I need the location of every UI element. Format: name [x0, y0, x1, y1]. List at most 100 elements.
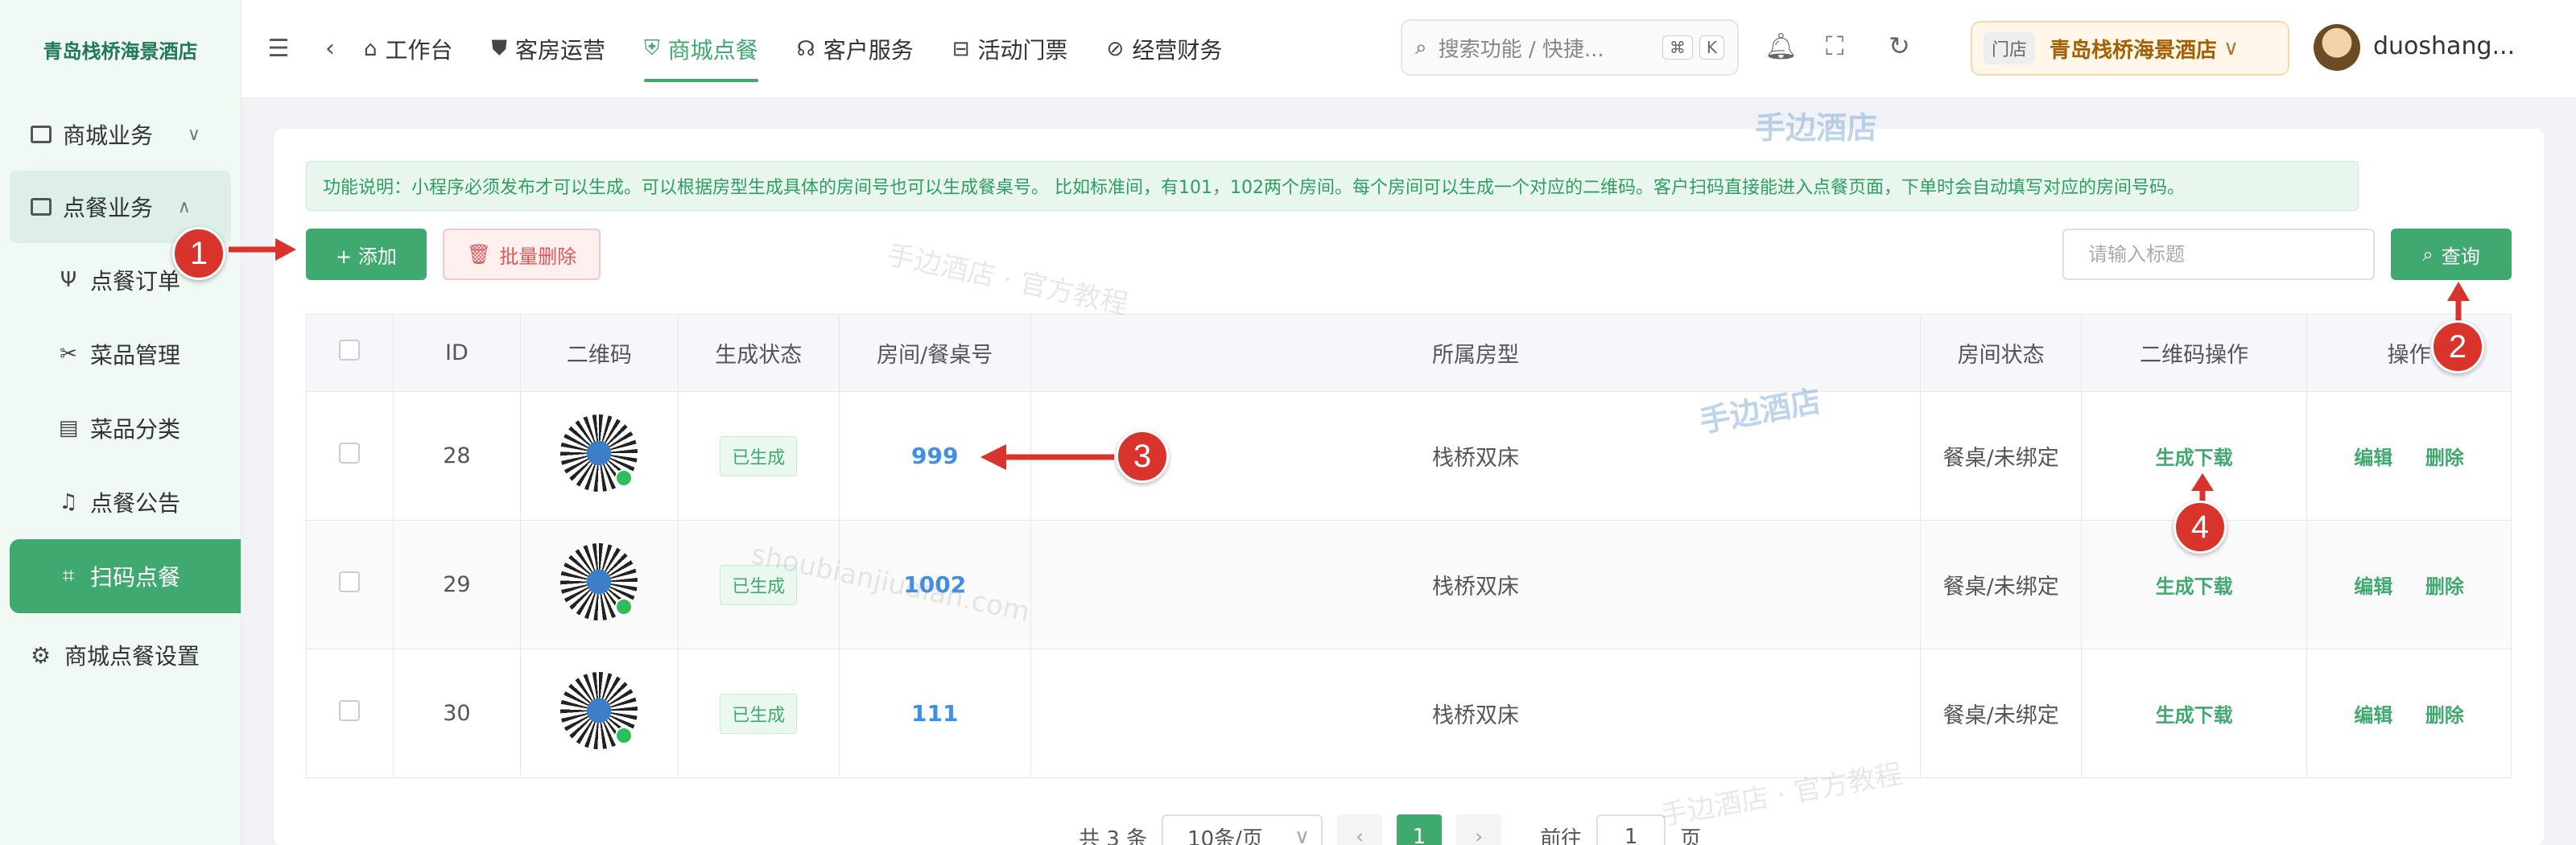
row-checkbox[interactable] — [339, 700, 361, 721]
username[interactable]: duoshang... — [2373, 32, 2515, 60]
store-selector[interactable]: 门店 青岛栈桥海景酒店 ∨ — [1971, 21, 2289, 76]
tab-event-tickets[interactable]: ⊟ 活动门票 — [933, 0, 1088, 98]
delete-link[interactable]: 删除 — [2425, 575, 2464, 598]
total-count: 共 3 条 — [1079, 826, 1148, 845]
tab-room-ops[interactable]: ⛊ 客房运营 — [473, 0, 625, 98]
k-key: K — [1699, 35, 1724, 60]
sidebar-item-categories[interactable]: ▤ 菜品分类 — [0, 391, 241, 465]
next-page-button[interactable]: › — [1456, 814, 1502, 845]
page-number-current[interactable]: 1 — [1397, 814, 1443, 845]
fullscreen-icon[interactable]: ⛶ — [1826, 31, 1843, 62]
prev-page-button[interactable]: ‹ — [1337, 814, 1383, 845]
chevron-down-icon: ∨ — [187, 124, 200, 145]
pagination: 共 3 条 10条/页 ∨ ‹ 1 › 前往 1 页 — [1079, 814, 1701, 845]
refresh-icon[interactable]: ↻ — [1889, 31, 1910, 61]
query-button[interactable]: ⌕ 查询 — [2391, 229, 2512, 280]
search-icon: ⌕ — [1415, 35, 1427, 60]
col-room-type: 所属房型 — [1030, 314, 1922, 392]
annotation-marker-2: 2 — [2431, 320, 2484, 373]
store-tag: 门店 — [1984, 32, 2036, 64]
title-search-input[interactable] — [2062, 229, 2375, 280]
generate-download-link[interactable]: 生成下载 — [2156, 447, 2233, 469]
home-icon: ⌂ — [364, 36, 378, 61]
batch-delete-button[interactable]: 🗑︎ 批量删除 — [443, 229, 601, 280]
row-status-cell: 已生成 — [677, 391, 840, 521]
row-checkbox[interactable] — [339, 571, 361, 592]
search-placeholder: 搜索功能 / 快捷... — [1438, 37, 1604, 62]
status-badge: 已生成 — [720, 693, 798, 734]
cmd-key: ⌘ — [1662, 35, 1693, 60]
sidebar-item-label: 菜品管理 — [90, 342, 181, 369]
row-qr-cell — [519, 649, 679, 778]
row-room-type: 栈桥双床 — [1030, 649, 1922, 778]
row-room-state: 餐桌/未绑定 — [1920, 520, 2083, 649]
page-size-select[interactable]: 10条/页 ∨ — [1162, 814, 1323, 845]
chevron-down-icon: ∨ — [2223, 36, 2240, 60]
goto-prefix: 前往 — [1540, 826, 1583, 845]
row-status-cell: 已生成 — [677, 649, 840, 778]
batch-delete-label: 批量删除 — [499, 245, 577, 268]
delete-link[interactable]: 删除 — [2425, 704, 2464, 727]
menu-group-label: 商城业务 — [63, 122, 154, 149]
app-logo-text: 青岛栈桥海景酒店 — [43, 39, 198, 63]
select-all-checkbox[interactable] — [339, 340, 361, 361]
table-header-row: ID 二维码 生成状态 房间/餐桌号 所属房型 房间状态 二维码操作 操作 — [306, 314, 2512, 392]
annotation-marker-3: 3 — [1116, 430, 1169, 483]
qr-code-image[interactable] — [560, 543, 638, 620]
room-number-link[interactable]: 1002 — [903, 571, 966, 598]
tab-workbench[interactable]: ⌂ 工作台 — [345, 0, 473, 98]
status-badge: 已生成 — [720, 435, 798, 476]
edit-link[interactable]: 编辑 — [2354, 704, 2392, 727]
col-room-state: 房间状态 — [1920, 314, 2083, 392]
goto-suffix: 页 — [1680, 826, 1702, 845]
sidebar-item-label: 商城点餐设置 — [64, 643, 200, 670]
tab-finance[interactable]: ⊘ 经营财务 — [1088, 0, 1242, 98]
row-qr-cell — [519, 391, 679, 521]
list-icon: ▤ — [58, 416, 79, 440]
qr-code-image[interactable] — [560, 414, 638, 492]
row-room-state: 餐桌/未绑定 — [1920, 649, 2083, 778]
row-select-cell — [306, 391, 394, 521]
fork-knife-icon: Ψ — [60, 268, 77, 292]
row-room-cell: 1002 — [838, 520, 1031, 649]
collapse-menu-icon[interactable]: ☰ — [264, 35, 293, 63]
back-chevron-icon[interactable]: ‹ — [316, 35, 345, 63]
add-button[interactable]: + 添加 — [306, 229, 427, 280]
tab-label: 客户服务 — [823, 36, 914, 64]
sidebar-item-dishes[interactable]: ✂ 菜品管理 — [0, 317, 241, 391]
row-select-cell — [306, 520, 394, 649]
tab-customer-service[interactable]: ☊ 客户服务 — [778, 0, 933, 98]
generate-download-link[interactable]: 生成下载 — [2156, 704, 2233, 727]
sidebar-item-scan-order[interactable]: ⌗ 扫码点餐 — [10, 539, 241, 613]
ticket-icon: ⊟ — [952, 36, 970, 61]
chevron-down-icon: ∨ — [1294, 825, 1311, 845]
row-select-cell — [306, 649, 394, 778]
delete-link[interactable]: 删除 — [2425, 447, 2464, 469]
room-number-link[interactable]: 999 — [911, 443, 958, 469]
sidebar-item-settings[interactable]: ⚙ 商城点餐设置 — [0, 618, 241, 692]
notification-bell-icon[interactable]: 🔔︎ — [1765, 31, 1798, 61]
row-checkbox[interactable] — [339, 443, 361, 464]
chevron-up-icon: ∧ — [177, 196, 191, 217]
edit-link[interactable]: 编辑 — [2354, 447, 2392, 469]
headset-icon: ☊ — [796, 36, 815, 61]
qr-code-image[interactable] — [560, 672, 638, 749]
annotation-arrow-3 — [980, 444, 1114, 470]
room-number-link[interactable]: 111 — [911, 700, 958, 727]
sidebar-item-label: 点餐订单 — [90, 268, 181, 295]
edit-link[interactable]: 编辑 — [2354, 575, 2392, 598]
col-id: ID — [392, 314, 521, 392]
table-row: 28 已生成 999 栈桥双床 餐桌/未绑定 生成下载 编辑 删除 — [306, 391, 2512, 521]
sidebar-item-label: 点餐公告 — [90, 490, 181, 517]
generate-download-link[interactable]: 生成下载 — [2156, 575, 2233, 598]
scan-icon: ⌗ — [62, 563, 75, 588]
query-label: 查询 — [2441, 245, 2480, 268]
global-search[interactable]: ⌕ 搜索功能 / 快捷... ⌘ K — [1401, 19, 1739, 76]
menu-group-mall[interactable]: 商城业务 ∨ — [0, 98, 241, 171]
avatar[interactable] — [2314, 24, 2360, 71]
goto-page-input[interactable]: 1 — [1596, 814, 1666, 845]
row-id: 28 — [392, 391, 521, 521]
table-row: 30 已生成 111 栈桥双床 餐桌/未绑定 生成下载 编辑 删除 — [306, 649, 2512, 778]
sidebar-item-announcements[interactable]: ♫ 点餐公告 — [0, 465, 241, 539]
tab-mall-ordering[interactable]: ⛨ 商城点餐 — [625, 0, 778, 98]
